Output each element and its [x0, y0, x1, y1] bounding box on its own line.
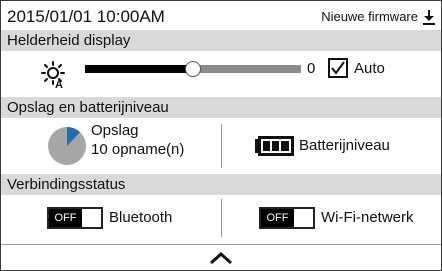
battery-label: Batterijniveau [299, 137, 390, 154]
camera-status-panel: 2015/01/01 10:00AM Nieuwe firmware Helde… [0, 0, 442, 271]
storage-count: 10 opname(n) [91, 141, 185, 158]
storage-battery-header: Opslag en batterijniveau [1, 97, 441, 118]
brightness-header: Helderheid display [1, 30, 441, 51]
checkmark-icon [331, 61, 345, 75]
brightness-auto-icon: A [41, 61, 65, 89]
auto-checkbox[interactable] [328, 58, 348, 78]
divider [221, 199, 222, 237]
download-icon [423, 9, 435, 25]
bluetooth-toggle[interactable]: OFF [47, 207, 103, 229]
brightness-slider[interactable] [85, 59, 301, 79]
slider-thumb[interactable] [185, 61, 201, 77]
connection-row: OFF Bluetooth OFF Wi-Fi-netwerk [1, 195, 441, 241]
storage-title: Opslag [91, 122, 139, 139]
bluetooth-label[interactable]: Bluetooth [109, 209, 172, 227]
storage-battery-row: Opslag 10 opname(n) Batterijniveau [1, 118, 441, 174]
footer-divider [1, 244, 441, 245]
battery-full-icon [255, 136, 294, 156]
chevron-up-icon[interactable] [209, 251, 233, 265]
auto-label[interactable]: Auto [354, 60, 385, 78]
slider-fill [85, 65, 193, 73]
status-bar: 2015/01/01 10:00AM Nieuwe firmware [1, 1, 441, 30]
divider [221, 124, 222, 168]
connection-header: Verbindingsstatus [1, 174, 441, 195]
bluetooth-toggle-state: OFF [49, 209, 82, 227]
datetime-label: 2015/01/01 10:00AM [7, 7, 165, 26]
brightness-value: 0 [307, 60, 316, 77]
firmware-update-link[interactable]: Nieuwe firmware [321, 9, 435, 25]
wifi-toggle[interactable]: OFF [259, 207, 315, 229]
wifi-label[interactable]: Wi-Fi-netwerk [321, 209, 414, 227]
brightness-row: A 0 Auto [1, 51, 441, 97]
storage-pie-icon [48, 127, 86, 165]
firmware-label: Nieuwe firmware [321, 9, 418, 24]
svg-text:A: A [55, 79, 63, 89]
wifi-toggle-state: OFF [261, 209, 294, 227]
